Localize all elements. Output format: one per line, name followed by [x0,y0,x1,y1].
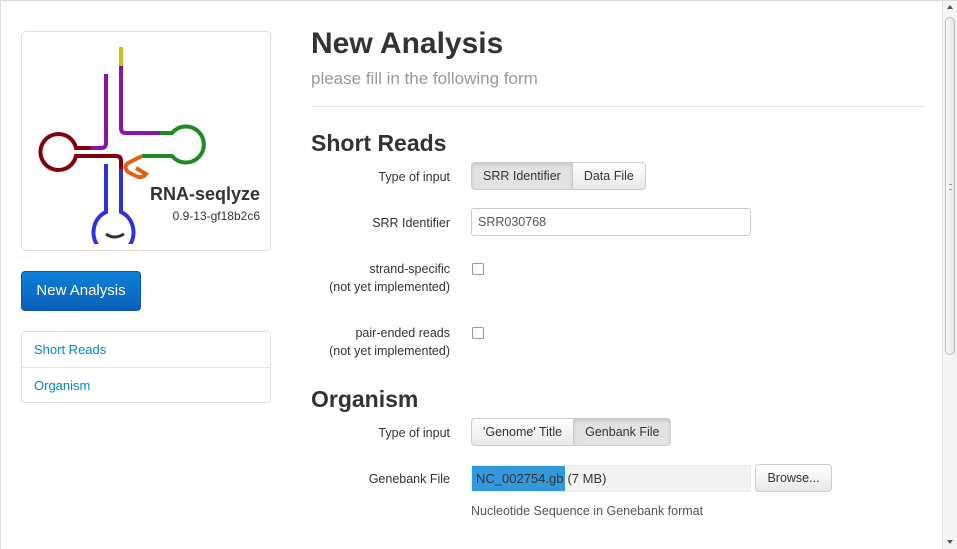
genebank-file-input[interactable]: NC_002754.gb (7 MB) [471,465,751,492]
organism-heading: Organism [311,386,419,412]
browse-button[interactable]: Browse... [755,464,832,492]
organism-type-toggle: 'Genome' Title Genbank File [471,418,672,446]
srr-identifier-option-button[interactable]: SRR Identifier [471,162,573,190]
scroll-down-arrow-icon[interactable] [947,540,953,544]
vertical-scrollbar[interactable] [942,1,957,549]
scroll-up-arrow-icon[interactable] [947,5,953,9]
sidebar-item-short-reads[interactable]: Short Reads [22,332,270,367]
srr-identifier-label: SRR Identifier [372,216,450,230]
new-analysis-button[interactable]: New Analysis [21,271,141,311]
pair-ended-checkbox[interactable] [472,327,484,339]
selected-file-name: NC_002754.gb [472,466,566,491]
genome-title-option-button[interactable]: 'Genome' Title [471,418,575,446]
page-title: New Analysis [311,27,504,60]
genebank-help-text: Nucleotide Sequence in Genebank format [471,504,704,518]
scroll-grip-icon [949,184,952,190]
strand-specific-text: strand-specific [369,262,450,276]
short-reads-type-label: Type of input [378,170,450,184]
divider [311,106,925,107]
pair-ended-note: (not yet implemented) [329,344,450,358]
app-version: 0.9-13-gf18b2c6 [172,209,260,223]
short-reads-type-toggle: SRR Identifier Data File [471,162,646,190]
strand-specific-checkbox[interactable] [472,263,484,275]
genbank-file-option-button[interactable]: Genbank File [574,418,672,446]
browser-viewport: RNA-seqlyze 0.9-13-gf18b2c6 New Analysis… [0,0,957,549]
page-subtitle: please fill in the following form [311,69,538,88]
sidebar-item-organism[interactable]: Organism [22,367,270,402]
app-name: RNA-seqlyze [149,184,260,204]
genebank-file-label: Genebank File [368,472,450,486]
app-logo-panel: RNA-seqlyze 0.9-13-gf18b2c6 [21,31,271,251]
selected-file-size: (7 MB) [567,471,607,486]
pair-ended-label: pair-ended reads (not yet implemented) [329,324,450,360]
strand-specific-label: strand-specific (not yet implemented) [329,260,450,296]
pair-ended-text: pair-ended reads [355,326,450,340]
sidebar-nav: Short Reads Organism [21,331,271,403]
strand-specific-note: (not yet implemented) [329,280,450,294]
short-reads-heading: Short Reads [311,130,447,156]
organism-type-label: Type of input [378,426,450,440]
srr-identifier-input[interactable]: SRR030768 [471,208,751,236]
scrollbar-thumb[interactable] [945,17,955,355]
data-file-option-button[interactable]: Data File [572,162,646,190]
